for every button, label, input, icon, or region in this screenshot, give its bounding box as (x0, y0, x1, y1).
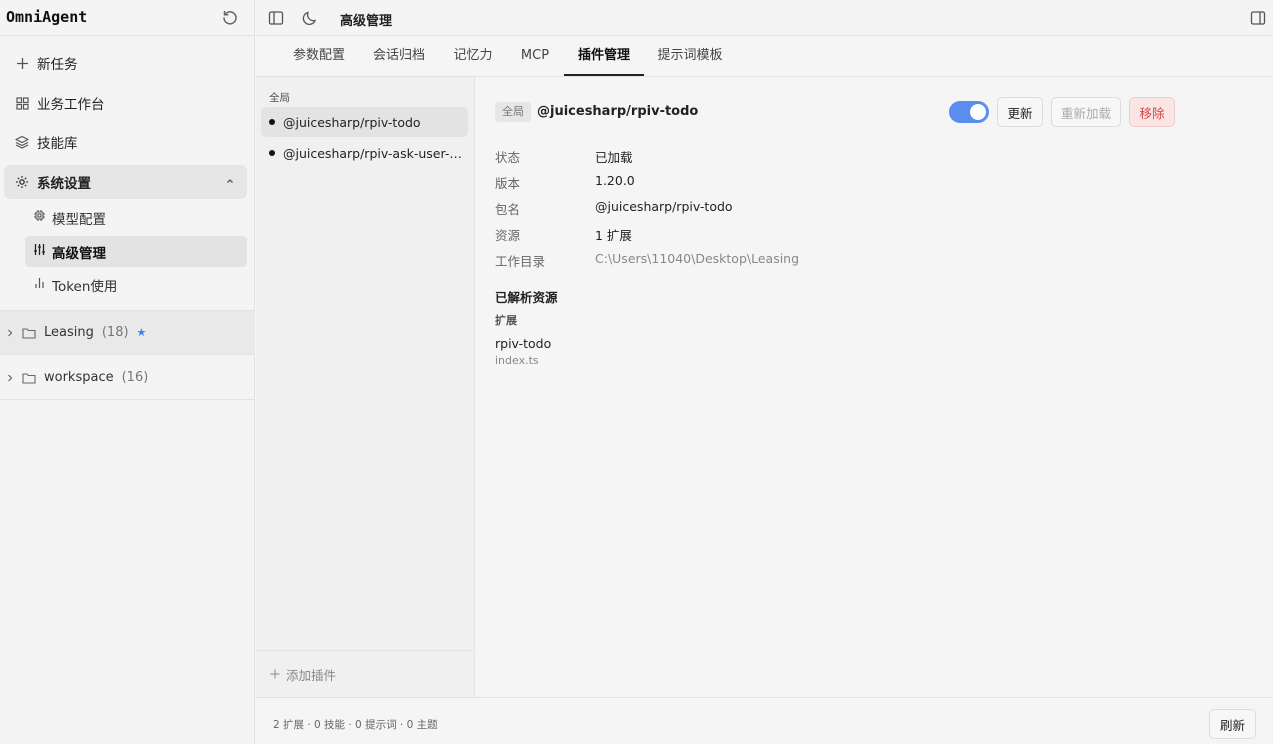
tab-memory[interactable]: 记忆力 (447, 36, 499, 76)
sliders-icon (33, 243, 46, 260)
sidebar-toggle-icon[interactable] (267, 9, 285, 27)
sidebar-item-label: 技能库 (37, 136, 78, 152)
update-button[interactable]: 更新 (997, 97, 1043, 127)
sidebar-item-workbench[interactable]: 业务工作台 (4, 86, 247, 120)
sidebar-subitem-model-config[interactable]: 模型配置 (25, 202, 247, 233)
sidebar-item-settings[interactable]: 系统设置 (4, 165, 247, 199)
resource-file: index.ts (495, 354, 539, 367)
field-value: 1 扩展 (595, 228, 632, 243)
sidebar-subitem-advanced[interactable]: 高级管理 (25, 236, 247, 267)
scope-badge: 全局 (495, 102, 531, 122)
footer-stats: 2 扩展 · 0 技能 · 0 提示词 · 0 主题 (273, 719, 438, 731)
sidebar-item-label: 业务工作台 (37, 97, 105, 113)
sidebar-divider (0, 35, 255, 36)
resolved-resources-title: 已解析资源 (495, 290, 558, 305)
tab-mcp[interactable]: MCP (515, 36, 555, 76)
field-key: 工作目录 (495, 254, 546, 269)
layers-icon (15, 135, 29, 149)
tab-plugins[interactable]: 插件管理 (564, 36, 644, 76)
sidebar-subitem-token-usage[interactable]: Token使用 (25, 269, 247, 300)
package-title: @juicesharp/rpiv-todo (537, 104, 699, 119)
folder-icon (22, 327, 36, 339)
sidebar-subitem-label: 高级管理 (52, 245, 106, 262)
reload-button[interactable]: 重新加载 (1051, 97, 1121, 127)
app-name: OmniAgent (6, 8, 88, 26)
plugin-item-label: @juicesharp/rpiv-ask-user-question (283, 145, 468, 161)
gear-icon (15, 175, 29, 189)
sidebar-item-skills[interactable]: 技能库 (4, 125, 247, 159)
project-count: (18) (101, 325, 129, 340)
field-value: 已加载 (595, 150, 633, 165)
tab-prompt-templates[interactable]: 提示词模板 (654, 36, 726, 76)
field-value: 1.20.0 (595, 173, 635, 188)
page-title: 高级管理 (340, 14, 393, 29)
chevron-up-icon[interactable] (225, 176, 235, 186)
sidebar-subitem-label: 模型配置 (52, 211, 106, 228)
plugin-detail: 全局 @juicesharp/rpiv-todo 更新 重新加载 移除 状态 已… (476, 77, 1273, 697)
bar-chart-icon (33, 276, 46, 293)
plugin-item-label: @juicesharp/rpiv-todo (283, 114, 421, 130)
tab-archive[interactable]: 会话归档 (367, 36, 431, 76)
field-value: C:\Users\11040\Desktop\Leasing (595, 251, 800, 266)
tab-bar: 参数配置 会话归档 记忆力 MCP 插件管理 提示词模板 (256, 36, 1273, 77)
enable-toggle[interactable] (949, 101, 989, 123)
tab-params[interactable]: 参数配置 (287, 36, 351, 76)
chevron-right-icon[interactable] (6, 373, 14, 383)
field-key: 包名 (495, 202, 521, 217)
refresh-button[interactable]: 刷新 (1209, 709, 1256, 739)
field-key: 状态 (495, 150, 521, 165)
panel-toggle-icon[interactable] (1249, 9, 1267, 27)
project-name: Leasing (44, 325, 94, 340)
plugin-list: 全局 @juicesharp/rpiv-todo @juicesharp/rpi… (256, 77, 475, 697)
top-bar: 高级管理 (256, 0, 1273, 36)
field-key: 版本 (495, 176, 521, 191)
field-value: @juicesharp/rpiv-todo (595, 199, 733, 214)
status-footer: 2 扩展 · 0 技能 · 0 提示词 · 0 主题 刷新 (256, 697, 1273, 744)
chip-icon (33, 209, 46, 226)
moon-icon[interactable] (301, 9, 319, 27)
project-leasing[interactable]: Leasing (18) ★ (0, 311, 255, 355)
sidebar-item-label: 系统设置 (37, 176, 91, 192)
project-count: (16) (121, 370, 149, 385)
project-name: workspace (44, 370, 114, 385)
status-dot (269, 119, 275, 125)
plugin-item[interactable]: @juicesharp/rpiv-todo (261, 107, 468, 137)
grid-icon (15, 96, 29, 110)
sidebar-subitem-label: Token使用 (52, 278, 118, 295)
star-icon: ★ (136, 326, 147, 339)
refresh-icon[interactable] (221, 9, 239, 27)
plus-icon (270, 669, 280, 679)
chevron-right-icon[interactable] (6, 328, 14, 338)
sidebar: OmniAgent 新任务 业务工作台 技能库 系统设置 模型配置 高级管理 T… (0, 0, 255, 744)
status-dot (269, 150, 275, 156)
folder-icon (22, 372, 36, 384)
plus-icon (15, 56, 29, 70)
resolved-group-label: 扩展 (495, 314, 517, 327)
add-plugin-button[interactable]: 添加插件 (256, 650, 474, 697)
sidebar-item-new-task[interactable]: 新任务 (4, 46, 247, 80)
remove-button[interactable]: 移除 (1129, 97, 1175, 127)
project-workspace[interactable]: workspace (16) (0, 356, 255, 400)
plugin-group-label: 全局 (269, 92, 290, 104)
sidebar-item-label: 新任务 (37, 57, 78, 73)
toggle-knob (970, 104, 986, 120)
plugin-item[interactable]: @juicesharp/rpiv-ask-user-question (261, 138, 468, 168)
add-plugin-label: 添加插件 (286, 667, 337, 683)
field-key: 资源 (495, 228, 521, 243)
resource-name: rpiv-todo (495, 336, 552, 351)
